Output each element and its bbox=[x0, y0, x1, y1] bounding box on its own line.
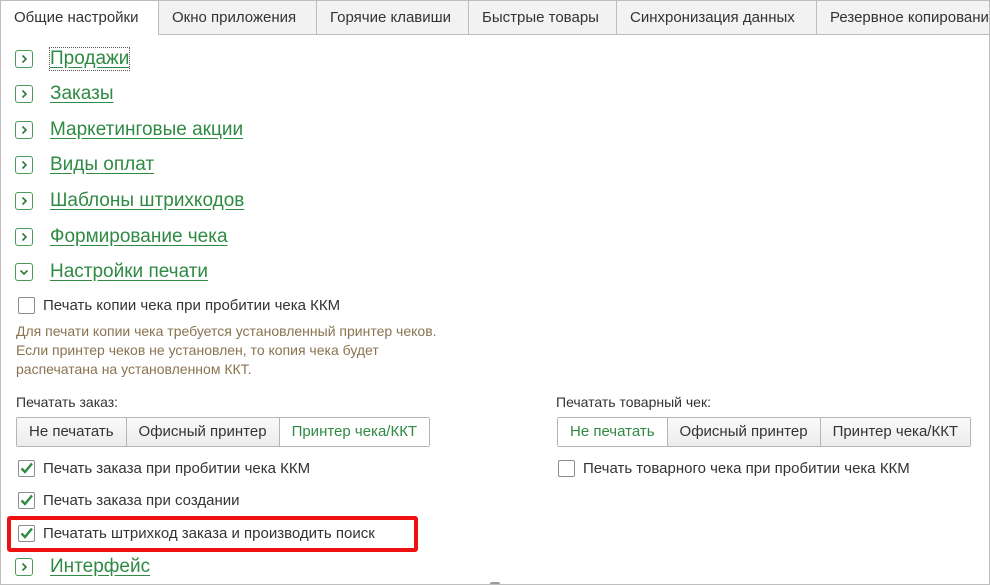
group-receipt-formation-label[interactable]: Формирование чека bbox=[50, 226, 228, 248]
print-goods-on-receipt-checkbox[interactable] bbox=[558, 459, 575, 477]
print-order-receipt-printer-button[interactable]: Принтер чека/ККТ bbox=[279, 418, 430, 446]
group-print-settings[interactable]: Настройки печати bbox=[15, 260, 208, 284]
print-goods-receipt-label: Печатать товарный чек: bbox=[556, 394, 711, 410]
group-sales[interactable]: Продажи bbox=[15, 47, 131, 71]
checkmark-icon bbox=[20, 494, 33, 506]
tab-bar: Общие настройки Окно приложения Горячие … bbox=[1, 1, 989, 35]
group-marketing[interactable]: Маркетинговые акции bbox=[15, 118, 243, 142]
group-barcode-templates-label[interactable]: Шаблоны штрихкодов bbox=[50, 190, 244, 212]
print-goods-office-printer-button[interactable]: Офисный принтер bbox=[667, 418, 821, 446]
group-orders-label[interactable]: Заказы bbox=[50, 83, 114, 105]
print-goods-receipt-switch: Не печатать Офисный принтер Принтер чека… bbox=[557, 417, 972, 447]
print-goods-on-receipt-row[interactable]: Печать товарного чека при пробитии чека … bbox=[558, 457, 910, 479]
checkmark-icon bbox=[20, 462, 33, 474]
chevron-right-icon bbox=[15, 228, 33, 246]
group-receipt-formation[interactable]: Формирование чека bbox=[15, 225, 228, 249]
tab-backup[interactable]: Резервное копирование bbox=[817, 1, 989, 34]
group-orders[interactable]: Заказы bbox=[15, 82, 114, 106]
tab-general-settings[interactable]: Общие настройки bbox=[1, 1, 159, 35]
print-order-label: Печатать заказ: bbox=[16, 394, 119, 410]
chevron-right-icon bbox=[15, 558, 33, 576]
group-payment-types-label[interactable]: Виды оплат bbox=[50, 154, 154, 176]
group-interface-label[interactable]: Интерфейс bbox=[50, 556, 150, 578]
note-line: Если принтер чеков не установлен, то коп… bbox=[16, 342, 379, 358]
settings-window: Общие настройки Окно приложения Горячие … bbox=[0, 0, 990, 585]
chevron-right-icon bbox=[15, 121, 33, 139]
chevron-right-icon bbox=[15, 192, 33, 210]
print-goods-none-button[interactable]: Не печатать bbox=[558, 418, 668, 446]
copy-receipt-checkbox-row[interactable]: Печать копии чека при пробитии чека ККМ bbox=[18, 294, 340, 316]
copy-receipt-checkbox[interactable] bbox=[18, 296, 35, 314]
note-line: Для печати копии чека требуется установл… bbox=[16, 323, 437, 339]
group-interface[interactable]: Интерфейс bbox=[15, 555, 150, 579]
copy-receipt-note: Для печати копии чека требуется установл… bbox=[16, 322, 536, 379]
print-order-switch: Не печатать Офисный принтер Принтер чека… bbox=[16, 417, 431, 447]
print-order-on-receipt-checkbox[interactable] bbox=[18, 459, 35, 477]
chevron-right-icon bbox=[15, 50, 33, 68]
print-order-on-create-row[interactable]: Печать заказа при создании bbox=[18, 489, 240, 511]
group-marketing-label[interactable]: Маркетинговые акции bbox=[50, 119, 243, 141]
print-order-office-printer-button[interactable]: Офисный принтер bbox=[126, 418, 280, 446]
group-barcode-templates[interactable]: Шаблоны штрихкодов bbox=[15, 189, 244, 213]
chevron-right-icon bbox=[15, 85, 33, 103]
tab-app-window[interactable]: Окно приложения bbox=[159, 1, 317, 34]
tab-data-sync[interactable]: Синхронизация данных bbox=[617, 1, 817, 34]
print-order-on-receipt-label: Печать заказа при пробитии чека ККМ bbox=[43, 459, 311, 477]
group-print-settings-label[interactable]: Настройки печати bbox=[50, 261, 208, 283]
tab-hotkeys[interactable]: Горячие клавиши bbox=[317, 1, 469, 34]
print-goods-receipt-printer-button[interactable]: Принтер чека/ККТ bbox=[820, 418, 971, 446]
tab-quick-goods[interactable]: Быстрые товары bbox=[469, 1, 617, 34]
print-order-none-button[interactable]: Не печатать bbox=[17, 418, 127, 446]
print-order-on-receipt-row[interactable]: Печать заказа при пробитии чека ККМ bbox=[18, 457, 310, 479]
note-line: распечатана на установленном ККТ. bbox=[16, 361, 252, 377]
group-payment-types[interactable]: Виды оплат bbox=[15, 153, 154, 177]
chevron-down-icon bbox=[15, 263, 33, 281]
print-goods-on-receipt-label: Печать товарного чека при пробитии чека … bbox=[583, 459, 910, 477]
print-order-on-create-label: Печать заказа при создании bbox=[43, 491, 240, 509]
print-order-on-create-checkbox[interactable] bbox=[18, 491, 35, 509]
highlight-frame bbox=[7, 516, 418, 552]
chevron-right-icon bbox=[15, 156, 33, 174]
group-sales-label[interactable]: Продажи bbox=[48, 47, 131, 71]
copy-receipt-label: Печать копии чека при пробитии чека ККМ bbox=[43, 296, 341, 314]
